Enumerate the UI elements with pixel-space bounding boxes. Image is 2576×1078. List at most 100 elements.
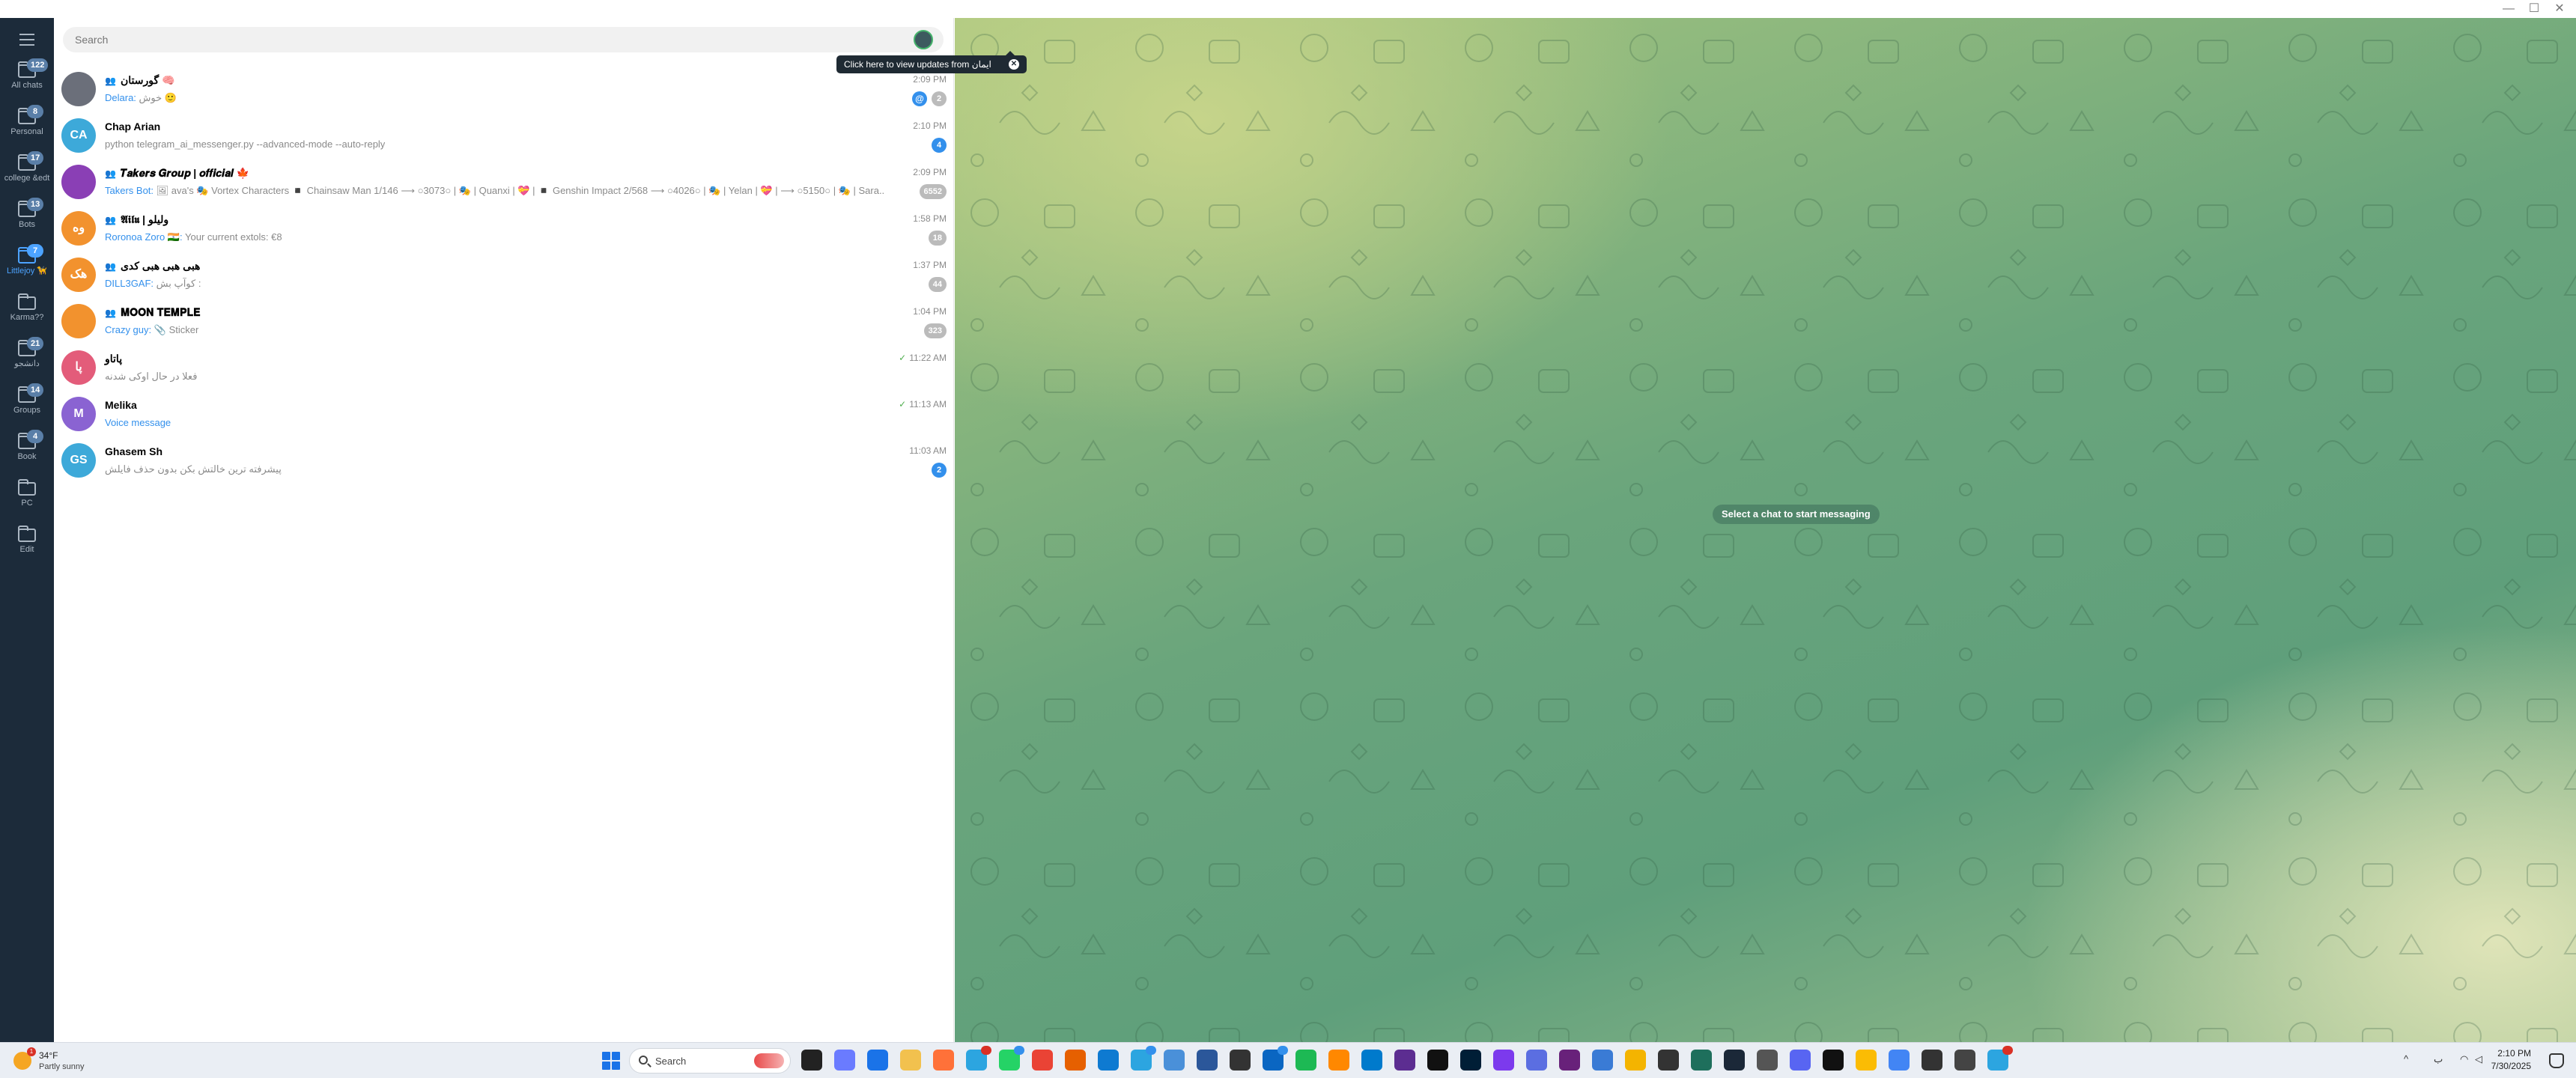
photos-icon[interactable] [1164,1050,1185,1071]
preview-text: پیشرفته ترین خالتش بکن بدون حذف فایلش [105,463,282,475]
chat-list-item[interactable]: M Melika ✓ 11:13 AM Voice message [54,391,954,437]
telegram-window: — ☐ ✕ All chats 122 Personal 8 college &edt 1… [0,0,2576,1078]
chat-name-text: Ghasem Sh [105,445,163,457]
folder-3[interactable]: Bots 13 [0,195,54,241]
edge-icon[interactable] [1098,1050,1119,1071]
telegram-3-icon[interactable] [1987,1046,2013,1071]
folder-unread-badge: 8 [27,105,43,118]
folder-6[interactable]: دانشجو 21 [0,334,54,380]
unread-badge: 2 [932,463,947,478]
notification-bell-icon[interactable] [2549,1053,2564,1068]
app-icon[interactable] [1197,1050,1218,1071]
chat-time: 1:37 PM [913,260,947,270]
chat-list-item[interactable]: GS Ghasem Sh 11:03 AM پیشرفته ترین خالتش بک… [54,437,954,484]
chat-name-text: 𝕬𝖎𝖑𝖚 | ولیلو [120,213,169,225]
app-notification-badge [1146,1046,1156,1055]
app7-icon[interactable] [1856,1050,1877,1071]
taskbar-search[interactable]: Search [629,1048,791,1074]
search-input[interactable] [63,27,887,52]
store-icon[interactable] [867,1050,888,1071]
copilot-icon[interactable] [834,1050,855,1071]
app6-icon[interactable] [1823,1050,1844,1071]
preview-text: فعلا در حال اوکی شدنه [105,371,198,382]
app4-icon[interactable] [1691,1050,1712,1071]
chrome-2-icon[interactable] [1889,1050,1910,1071]
chat-list-item[interactable]: CA Chap Arian 2:10 PM python telegram_ai_me… [54,112,954,159]
app2-icon[interactable] [1526,1050,1547,1071]
close-button[interactable]: ✕ [2545,1,2575,16]
clock[interactable]: 2:10 PM 7/30/2025 [2491,1047,2531,1073]
chat-list-item[interactable]: 👥 𝑻𝒂𝒌𝒆𝒓𝒔 𝑮𝒓𝒐𝒖𝒑 | 𝒐𝒇𝒇𝒊𝒄𝒊𝒂𝒍 🍁 2:09 PM Takers … [54,159,954,205]
spotify-icon[interactable] [1295,1050,1316,1071]
photoshop-icon[interactable] [1460,1050,1481,1071]
windows-start-icon[interactable] [602,1052,620,1070]
file-explorer-icon[interactable] [801,1050,822,1071]
folder-label: Bots [18,220,35,229]
tray-chevron-icon[interactable]: ^ [2404,1053,2408,1065]
chat-name: 👥 𝕬𝖎𝖑𝖚 | ولیلو [105,213,168,226]
wifi-icon[interactable]: ◠ [2460,1053,2468,1065]
group-icon: 👥 [105,168,116,179]
chat-time: 11:03 AM [909,445,947,456]
weather-widget[interactable]: 1 34°F Partly sunny [9,1046,121,1076]
chat-list-item[interactable]: 👥 گورستان 🧠 2:09 PM Delara: خوش 🙂 2 @ [54,66,954,112]
chrome-icon[interactable] [1032,1050,1053,1071]
notepad-icon[interactable] [1592,1050,1613,1071]
steam-icon[interactable] [1724,1050,1745,1071]
utility-icon[interactable] [1625,1050,1646,1071]
whatsapp-icon[interactable] [999,1046,1024,1071]
chat-list-item[interactable]: وه 👥 𝕬𝖎𝖑𝖚 | ولیلو 1:58 PM Roronoa Zoro 🇮🇳: Y… [54,205,954,252]
menu-icon[interactable] [16,30,37,48]
app5-icon[interactable] [1757,1050,1778,1071]
visual-icon[interactable] [1559,1050,1580,1071]
folder-1[interactable]: Personal 8 [0,102,54,148]
speaker-icon[interactable]: ◁ [2475,1053,2482,1065]
chat-avatar: پا [61,350,96,385]
folder-10[interactable]: Edit [0,520,54,566]
folder-5[interactable]: Karma?? [0,287,54,334]
chat-time-text: 2:10 PM [913,121,947,131]
folder-0[interactable]: All chats 122 [0,55,54,102]
folder-unread-badge: 122 [27,58,49,72]
telegram-icon[interactable] [966,1046,991,1071]
chat-avatar [61,165,96,199]
chat-list-item[interactable]: پا پاتاو ✓ 11:22 AM فعلا در حال اوکی شدنه [54,344,954,391]
chat-list-item[interactable]: هک 👥 هبی هبی هبی کدی 1:37 PM DILL3GAF: کوآپ … [54,252,954,298]
chat-name: Melika [105,399,137,411]
unread-badge: 4 [932,138,947,153]
chat-list-item[interactable]: 👥 𝐌𝐎𝐎𝐍 𝐓𝐄𝐌𝐏𝐋𝐄 1:04 PM Crazy guy: 📎 Sticker 3… [54,298,954,344]
folder-9[interactable]: PC [0,473,54,520]
telegram-2-icon[interactable] [1131,1046,1156,1071]
chat-name: 👥 هبی هبی هبی کدی [105,260,200,272]
tooltip-close-icon[interactable]: ✕ [1009,59,1019,70]
vlc-icon[interactable] [1328,1050,1349,1071]
chat-name: 👥 𝑻𝒂𝒌𝒆𝒓𝒔 𝑮𝒓𝒐𝒖𝒑 | 𝒐𝒇𝒇𝒊𝒄𝒊𝒂𝒍 🍁 [105,167,249,180]
firefox-dev-icon[interactable] [1065,1050,1086,1071]
folder-icon [18,526,36,542]
folder-icon[interactable] [900,1050,921,1071]
chat-time-text: 2:09 PM [913,167,947,177]
terminal-icon[interactable] [1427,1050,1448,1071]
search-highlight-icon [754,1053,784,1068]
input-language[interactable]: ب [2434,1053,2443,1065]
app9-icon[interactable] [1954,1050,1975,1071]
folder-unread-badge: 4 [27,430,43,443]
github-icon[interactable] [1230,1050,1251,1071]
chat-list-panel: Click here to view updates from ایمان ✕ … [54,18,1027,1042]
preview-sender: Roronoa Zoro 🇮🇳: [105,231,183,243]
folder-8[interactable]: Book 4 [0,427,54,473]
obsidian-icon[interactable] [1493,1050,1514,1071]
app3-icon[interactable] [1658,1050,1679,1071]
chat-time-text: 11:03 AM [909,445,947,456]
story-avatar[interactable] [914,30,933,49]
discord-icon[interactable] [1790,1050,1811,1071]
app8-icon[interactable] [1922,1050,1942,1071]
linkedin-icon[interactable] [1263,1046,1288,1071]
preview-text: Your current extols: €8 [185,231,282,243]
folder-4[interactable]: Littlejoy 🦮 7 [0,241,54,287]
folder-2[interactable]: college &edt 17 [0,148,54,195]
folder-7[interactable]: Groups 14 [0,380,54,427]
vscode-icon[interactable] [1361,1050,1382,1071]
firefox-icon[interactable] [933,1050,954,1071]
vs-icon[interactable] [1394,1050,1415,1071]
